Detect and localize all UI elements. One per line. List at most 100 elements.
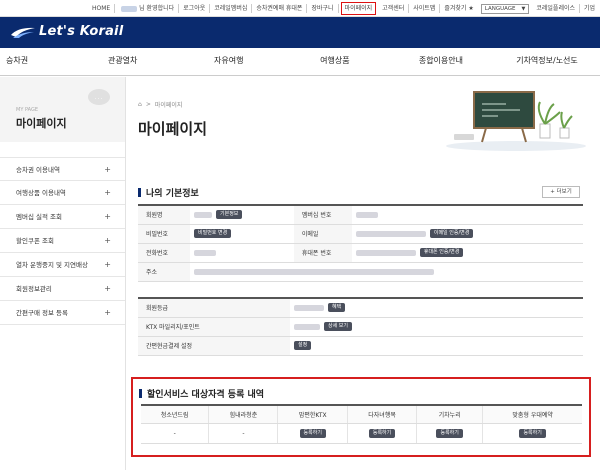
util-home-link[interactable]: HOME bbox=[88, 4, 116, 13]
easy-pay-setting-button[interactable]: 설정 bbox=[294, 341, 312, 350]
side-nav-item-travel-history[interactable]: 여행상품 이용내역 + bbox=[0, 181, 125, 205]
side-nav-item-delay-compensation[interactable]: 열차 운행중지 및 지연배상 + bbox=[0, 253, 125, 277]
label-membership-no: 멤버십 번호 bbox=[293, 205, 352, 225]
discount-eligibility-section: 할인서비스 대상자격 등록 내역 청소년드림 힘내라청춘 맘편한KTX 다자녀행… bbox=[131, 377, 591, 457]
redacted-value bbox=[294, 323, 320, 330]
register-comfy-ktx-button[interactable]: 등록하기 bbox=[299, 428, 326, 438]
more-button[interactable]: + 더보기 bbox=[542, 186, 580, 198]
col-cheer-up-youth: 힘내라청춘 bbox=[208, 405, 279, 424]
breadcrumb: ⌂ > 마이페이지 bbox=[138, 101, 183, 109]
chevron-down-icon: ▼ bbox=[521, 5, 526, 12]
email-verify-button[interactable]: 이메일 인증/변경 bbox=[429, 229, 474, 238]
breadcrumb-current: 마이페이지 bbox=[154, 102, 183, 109]
heading-marker bbox=[138, 188, 141, 197]
label-password: 비밀번호 bbox=[138, 224, 190, 244]
plus-icon: + bbox=[104, 212, 111, 221]
utility-links: HOME 님 환영합니다 로그아웃 코레일멤버십 승차권예매 휴대폰 장바구니 … bbox=[88, 2, 599, 15]
value-member-name: 기본정보 bbox=[190, 205, 294, 225]
basic-info-table: 회원명 기본정보 멤버십 번호 비밀번호 비밀번호 변경 이메일 이메일 인증/… bbox=[138, 204, 583, 282]
heading-marker bbox=[139, 389, 142, 398]
home-icon[interactable]: ⌂ bbox=[138, 101, 142, 108]
util-favorite-link[interactable]: 즐겨찾기 ★ bbox=[440, 4, 477, 13]
side-nav-item-member-info[interactable]: 회원정보관리 + bbox=[0, 277, 125, 301]
speech-bubble-icon: ... bbox=[88, 89, 110, 105]
nav-tour-train[interactable]: 관광열차 bbox=[70, 48, 176, 75]
value-easy-pay: 설정 bbox=[290, 336, 583, 356]
util-sitemap-link[interactable]: 사이트맵 bbox=[409, 4, 441, 13]
table-row: 간편현금결제 설정 설정 bbox=[138, 336, 583, 356]
label-mobile: 휴대폰 번호 bbox=[293, 243, 352, 263]
value-grade: 혜택 bbox=[290, 298, 583, 318]
redacted-value bbox=[355, 230, 426, 237]
value-password: 비밀번호 변경 bbox=[190, 224, 294, 244]
label-phone: 전화번호 bbox=[138, 243, 190, 263]
redacted-value bbox=[194, 249, 216, 256]
table-header-row: 청소년드림 힘내라청춘 맘편한KTX 다자녀행복 기차누리 맞춤형 우대예약 bbox=[141, 405, 582, 424]
language-select[interactable]: LANGUAGE ▼ bbox=[480, 3, 530, 14]
redacted-value bbox=[355, 249, 416, 256]
side-nav-item-membership[interactable]: 멤버십 실적 조회 + bbox=[0, 205, 125, 229]
table-row: - - 등록하기 등록하기 등록하기 등록하기 bbox=[141, 423, 582, 444]
util-support-link[interactable]: 고객센터 bbox=[378, 4, 410, 13]
side-nav-list: 승차권 이용내역 + 여행상품 이용내역 + 멤버십 실적 조회 + 할인쿠폰 조회 +… bbox=[0, 157, 125, 325]
side-nav-header: MY PAGE 마이페이지 ... bbox=[0, 77, 125, 142]
side-nav-item-ticket-history[interactable]: 승차권 이용내역 + bbox=[0, 157, 125, 181]
plus-icon: + bbox=[104, 284, 111, 293]
util-business-link[interactable]: 기업 bbox=[580, 4, 599, 13]
nav-travel-products[interactable]: 여행상품 bbox=[282, 48, 388, 75]
col-comfy-ktx: 맘편한KTX bbox=[277, 405, 349, 424]
redacted-value bbox=[294, 304, 324, 311]
value-membership-no bbox=[351, 205, 583, 225]
value-address bbox=[190, 262, 583, 282]
label-easy-pay: 간편현금결제 설정 bbox=[138, 336, 290, 356]
basic-info-button[interactable]: 기본정보 bbox=[216, 210, 243, 220]
value-youth-dream: - bbox=[141, 423, 210, 444]
col-custom-reservation: 맞춤형 우대예약 bbox=[482, 405, 582, 424]
util-mobile-link[interactable]: 승차권예매 휴대폰 bbox=[252, 4, 308, 13]
util-korailplace-link[interactable]: 코레일플레이스 bbox=[532, 4, 581, 13]
util-cart-link[interactable]: 장바구니 bbox=[307, 4, 339, 13]
star-icon: ★ bbox=[468, 5, 474, 12]
table-row: 주소 bbox=[138, 262, 583, 282]
mileage-detail-button[interactable]: 상세 보기 bbox=[324, 322, 352, 331]
value-mobile: 휴대폰 인증/변경 bbox=[351, 243, 583, 263]
util-welcome: 님 환영합니다 bbox=[115, 4, 180, 13]
label-member-name: 회원명 bbox=[138, 205, 190, 225]
nav-station-info[interactable]: 기차역정보/노선도 bbox=[494, 48, 600, 75]
col-train-nuri: 기차누리 bbox=[416, 405, 484, 424]
side-nav-subtitle: MY PAGE bbox=[16, 107, 39, 113]
table-row: 전화번호 휴대폰 번호 휴대폰 인증/변경 bbox=[138, 243, 583, 263]
register-multi-child-button[interactable]: 등록하기 bbox=[368, 428, 396, 438]
side-nav-item-coupon[interactable]: 할인쿠폰 조회 + bbox=[0, 229, 125, 253]
util-membership-link[interactable]: 코레일멤버십 bbox=[210, 4, 253, 13]
site-header: Let's Korail bbox=[0, 17, 600, 48]
utility-bar: HOME 님 환영합니다 로그아웃 코레일멤버십 승차권예매 휴대폰 장바구니 … bbox=[0, 0, 600, 17]
page-title: 마이페이지 bbox=[138, 120, 208, 138]
nav-guide[interactable]: 종합이용안내 bbox=[388, 48, 494, 75]
discount-table: 청소년드림 힘내라청춘 맘편한KTX 다자녀행복 기차누리 맞춤형 우대예약 -… bbox=[141, 404, 582, 444]
util-logout-link[interactable]: 로그아웃 bbox=[179, 4, 211, 13]
grade-benefit-button[interactable]: 혜택 bbox=[328, 303, 346, 313]
nav-ticket[interactable]: 승차권 bbox=[0, 48, 70, 75]
table-row: 회원명 기본정보 멤버십 번호 bbox=[138, 205, 583, 225]
register-train-nuri-button[interactable]: 등록하기 bbox=[436, 428, 463, 438]
redacted-value bbox=[194, 268, 434, 275]
main-nav: 승차권 관광열차 자유여행 여행상품 종합이용안내 기차역정보/노선도 bbox=[0, 48, 600, 76]
redacted-value bbox=[355, 211, 378, 218]
nav-free-travel[interactable]: 자유여행 bbox=[176, 48, 282, 75]
label-ktx-mileage: KTX 마일리지/포인트 bbox=[138, 317, 290, 337]
redacted-value bbox=[194, 211, 212, 218]
user-name-redacted bbox=[121, 5, 138, 12]
register-custom-reservation-button[interactable]: 등록하기 bbox=[519, 428, 546, 438]
util-mypage-link[interactable]: 마이페이지 bbox=[340, 2, 377, 15]
value-phone bbox=[190, 243, 294, 263]
plus-icon: + bbox=[104, 308, 111, 317]
label-grade: 회원등급 bbox=[138, 298, 290, 318]
chalkboard-illustration bbox=[446, 91, 586, 151]
mobile-verify-button[interactable]: 휴대폰 인증/변경 bbox=[419, 248, 464, 257]
korail-logo[interactable]: Let's Korail bbox=[10, 24, 123, 39]
change-password-button[interactable]: 비밀번호 변경 bbox=[194, 229, 232, 238]
side-nav-title: 마이페이지 bbox=[16, 117, 67, 130]
logo-swoosh-icon bbox=[11, 27, 35, 38]
side-nav-item-easy-purchase[interactable]: 간편구매 정보 등록 + bbox=[0, 301, 125, 325]
